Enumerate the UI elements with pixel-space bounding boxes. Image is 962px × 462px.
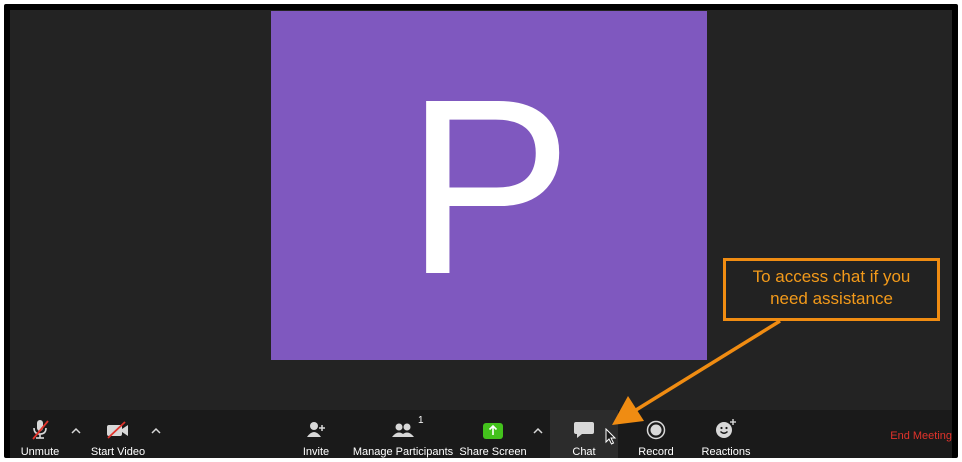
unmute-label: Unmute <box>20 446 60 458</box>
share-screen-icon <box>482 414 504 440</box>
record-icon <box>645 414 667 440</box>
share-screen-label: Share Screen <box>459 446 527 458</box>
start-video-button[interactable]: Start Video <box>90 410 146 458</box>
share-screen-button[interactable]: Share Screen <box>459 410 527 458</box>
manage-participants-label: Manage Participants <box>352 446 454 458</box>
chat-label: Chat <box>572 446 596 458</box>
add-person-icon <box>305 414 327 440</box>
callout-line-2: need assistance <box>770 289 893 308</box>
end-meeting-button[interactable]: End Meeting <box>890 430 952 442</box>
annotation-callout-box: To access chat if you need assistance <box>723 258 940 321</box>
chat-bubble-icon <box>573 414 595 440</box>
record-label: Record <box>638 446 674 458</box>
video-camera-off-icon <box>105 414 131 440</box>
share-screen-options-caret-icon[interactable] <box>530 424 546 438</box>
audio-options-caret-icon[interactable] <box>68 424 84 438</box>
participants-count-badge: 1 <box>418 415 424 426</box>
participant-initial: P <box>405 46 573 326</box>
participant-tile: P <box>271 11 707 360</box>
unmute-button[interactable]: Unmute <box>18 410 62 458</box>
invite-button[interactable]: Invite <box>298 410 334 458</box>
mouse-cursor-icon <box>605 428 617 445</box>
video-area: P <box>10 10 952 410</box>
manage-participants-button[interactable]: Manage Participants <box>353 410 453 458</box>
chat-button[interactable]: Chat <box>566 410 602 458</box>
reactions-button[interactable]: Reactions <box>700 410 752 458</box>
participants-icon <box>391 414 415 440</box>
microphone-muted-icon <box>29 414 51 440</box>
smiley-add-icon <box>714 414 738 440</box>
start-video-label: Start Video <box>90 446 146 458</box>
callout-line-1: To access chat if you <box>752 267 911 286</box>
invite-label: Invite <box>302 446 330 458</box>
meeting-toolbar: Unmute Start Video Invite Manage Partici… <box>10 410 952 458</box>
record-button[interactable]: Record <box>636 410 676 458</box>
video-options-caret-icon[interactable] <box>148 424 164 438</box>
reactions-label: Reactions <box>701 446 751 458</box>
